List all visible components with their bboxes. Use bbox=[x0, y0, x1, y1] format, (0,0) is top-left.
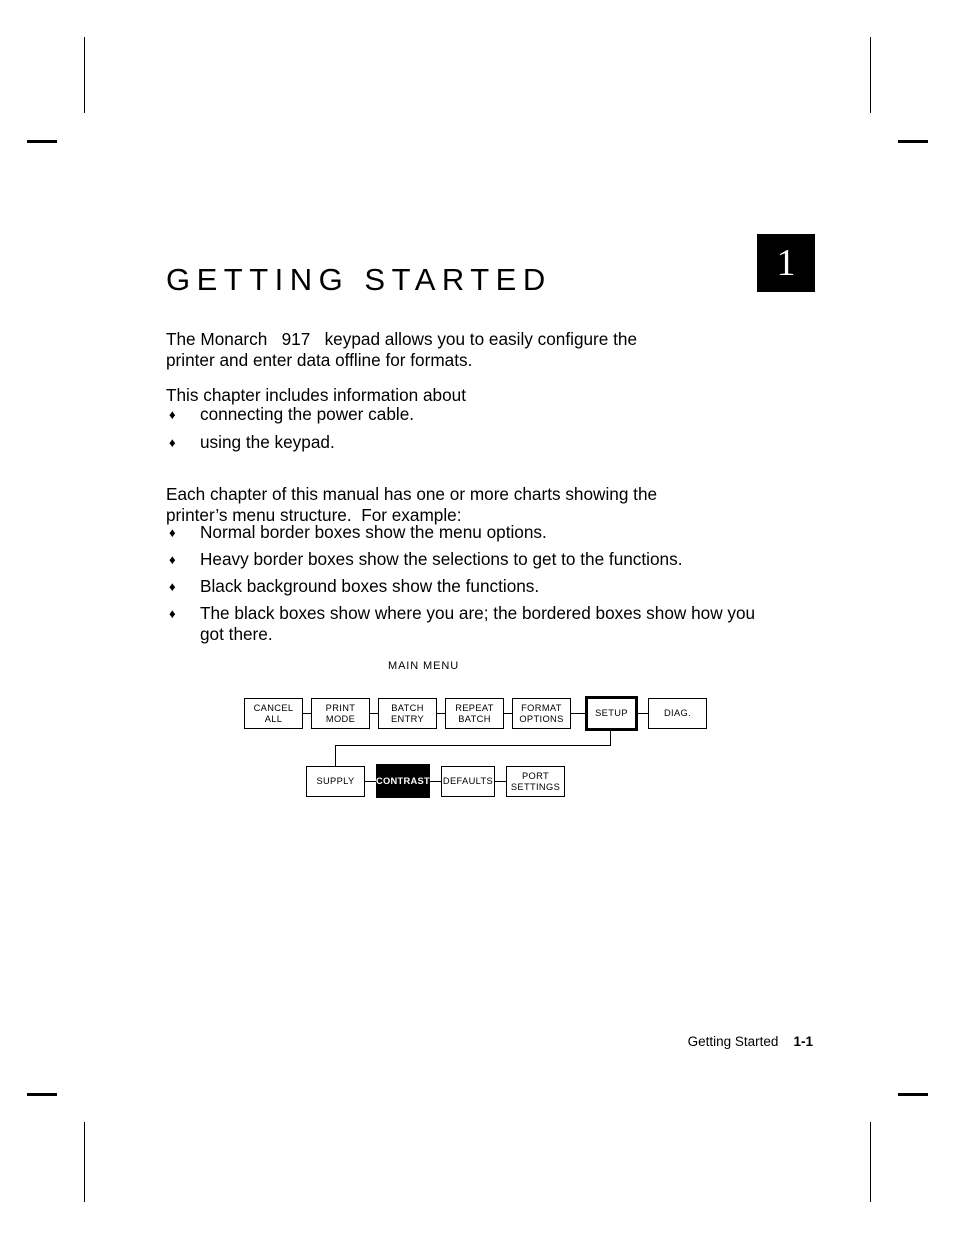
list-item-label: connecting the power cable. bbox=[200, 404, 415, 424]
crop-mark-bottom-left-vertical bbox=[84, 1122, 85, 1202]
topics-list: ♦ connecting the power cable. ♦ using th… bbox=[166, 404, 856, 460]
list-item-label: Normal border boxes show the menu option… bbox=[200, 522, 547, 542]
diamond-bullet-icon: ♦ bbox=[169, 525, 176, 540]
page-title: GETTING STARTED bbox=[166, 261, 552, 297]
list-item: ♦ Normal border boxes show the menu opti… bbox=[166, 522, 856, 543]
connector-row1-5 bbox=[571, 713, 585, 714]
connector-submenu-bus bbox=[335, 745, 611, 746]
list-item: ♦ connecting the power cable. bbox=[166, 404, 856, 425]
diamond-bullet-icon: ♦ bbox=[169, 435, 176, 450]
list-item: ♦ Black background boxes show the functi… bbox=[166, 576, 856, 597]
crop-mark-bottom-left-horizontal bbox=[27, 1093, 57, 1096]
footer-section-label: Getting Started bbox=[687, 1034, 779, 1049]
menu-box-supply[interactable]: SUPPLY bbox=[306, 766, 365, 797]
crop-mark-bottom-right-horizontal bbox=[898, 1093, 928, 1096]
menu-box-port-settings[interactable]: PORT SETTINGS bbox=[506, 766, 565, 797]
crop-mark-top-left-horizontal bbox=[27, 140, 57, 143]
menu-box-diag[interactable]: DIAG. bbox=[648, 698, 707, 729]
list-item-label: Black background boxes show the function… bbox=[200, 576, 540, 596]
menu-box-defaults[interactable]: DEFAULTS bbox=[441, 766, 495, 797]
crop-mark-top-right-vertical bbox=[870, 37, 871, 113]
list-item: ♦ Heavy border boxes show the selections… bbox=[166, 549, 856, 570]
connector-supply-riser bbox=[335, 745, 336, 766]
connector-setup-drop bbox=[610, 731, 611, 745]
diamond-bullet-icon: ♦ bbox=[169, 552, 176, 567]
connector-row2-1 bbox=[365, 781, 376, 782]
diamond-bullet-icon: ♦ bbox=[169, 606, 176, 621]
connector-row2-2 bbox=[430, 781, 441, 782]
menu-box-print-mode[interactable]: PRINT MODE bbox=[311, 698, 370, 729]
intro-paragraph: The Monarch 917 keypad allows you to eas… bbox=[166, 329, 638, 371]
crop-mark-top-right-horizontal bbox=[898, 140, 928, 143]
legend-list: ♦ Normal border boxes show the menu opti… bbox=[166, 522, 856, 651]
diagram-caption: MAIN MENU bbox=[388, 660, 460, 672]
menu-box-setup[interactable]: SETUP bbox=[585, 696, 638, 731]
diamond-bullet-icon: ♦ bbox=[169, 579, 176, 594]
diamond-bullet-icon: ♦ bbox=[169, 407, 176, 422]
crop-mark-bottom-right-vertical bbox=[870, 1122, 871, 1202]
list-item: ♦ The black boxes show where you are; th… bbox=[166, 603, 856, 645]
page-footer: Getting Started 1-1 bbox=[0, 1034, 813, 1049]
menu-structure-diagram: MAIN MENU CANCEL ALL PRINT MODE BATCH EN… bbox=[240, 658, 720, 808]
menu-box-format-options[interactable]: FORMAT OPTIONS bbox=[512, 698, 571, 729]
menu-box-repeat-batch[interactable]: REPEAT BATCH bbox=[445, 698, 504, 729]
list-item-label: Heavy border boxes show the selections t… bbox=[200, 549, 683, 569]
footer-page-number: 1-1 bbox=[793, 1034, 813, 1049]
crop-mark-top-left-vertical bbox=[84, 37, 85, 113]
connector-row1-6 bbox=[638, 713, 648, 714]
chapter-number-badge: 1 bbox=[757, 234, 815, 292]
list-item-label: The black boxes show where you are; the … bbox=[200, 603, 756, 644]
menu-box-contrast[interactable]: CONTRAST bbox=[376, 764, 430, 798]
list-item: ♦ using the keypad. bbox=[166, 432, 856, 453]
menu-box-cancel-all[interactable]: CANCEL ALL bbox=[244, 698, 303, 729]
list-item-label: using the keypad. bbox=[200, 432, 335, 452]
charts-paragraph: Each chapter of this manual has one or m… bbox=[166, 484, 658, 526]
menu-box-batch-entry[interactable]: BATCH ENTRY bbox=[378, 698, 437, 729]
connector-row2-3 bbox=[495, 781, 506, 782]
